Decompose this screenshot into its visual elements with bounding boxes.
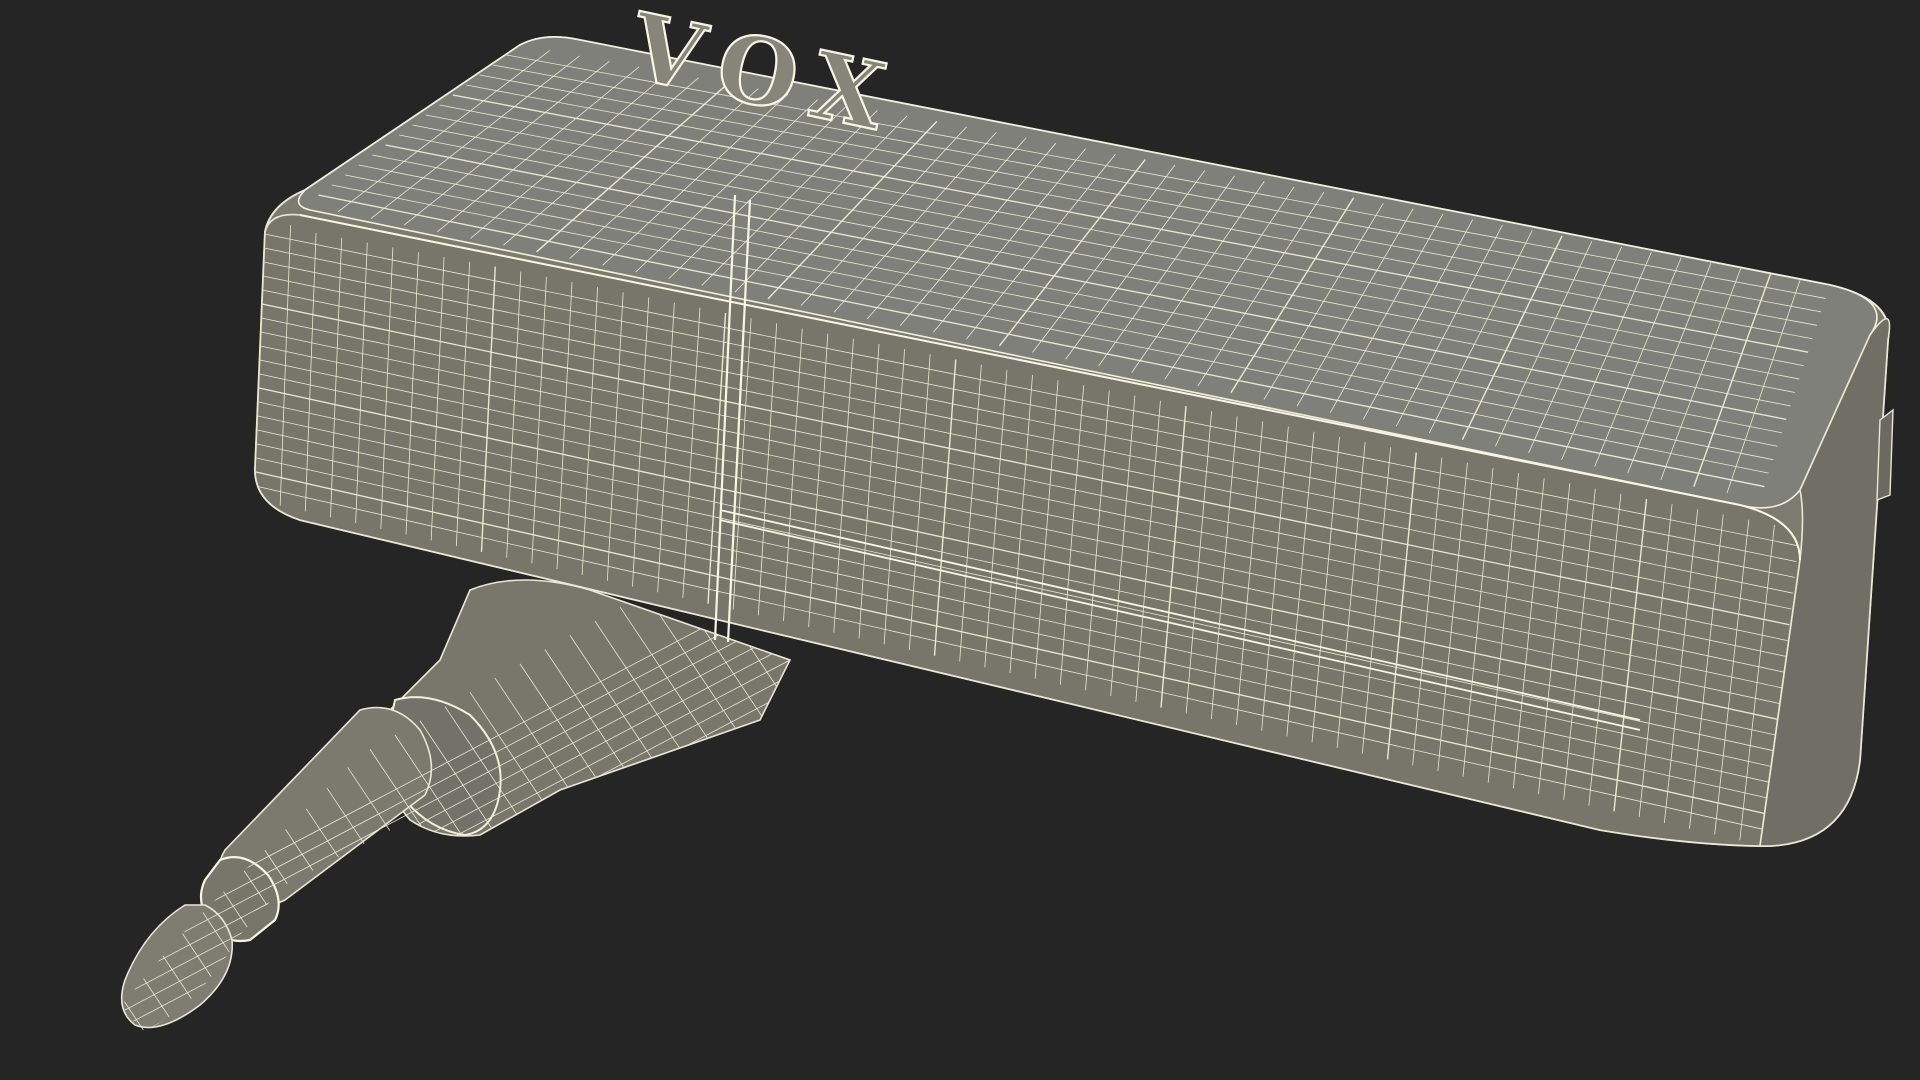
wireframe-scene: VOX: [0, 0, 1920, 1080]
render-viewport: VOX: [0, 0, 1920, 1080]
side-jack-port: [1876, 408, 1894, 502]
